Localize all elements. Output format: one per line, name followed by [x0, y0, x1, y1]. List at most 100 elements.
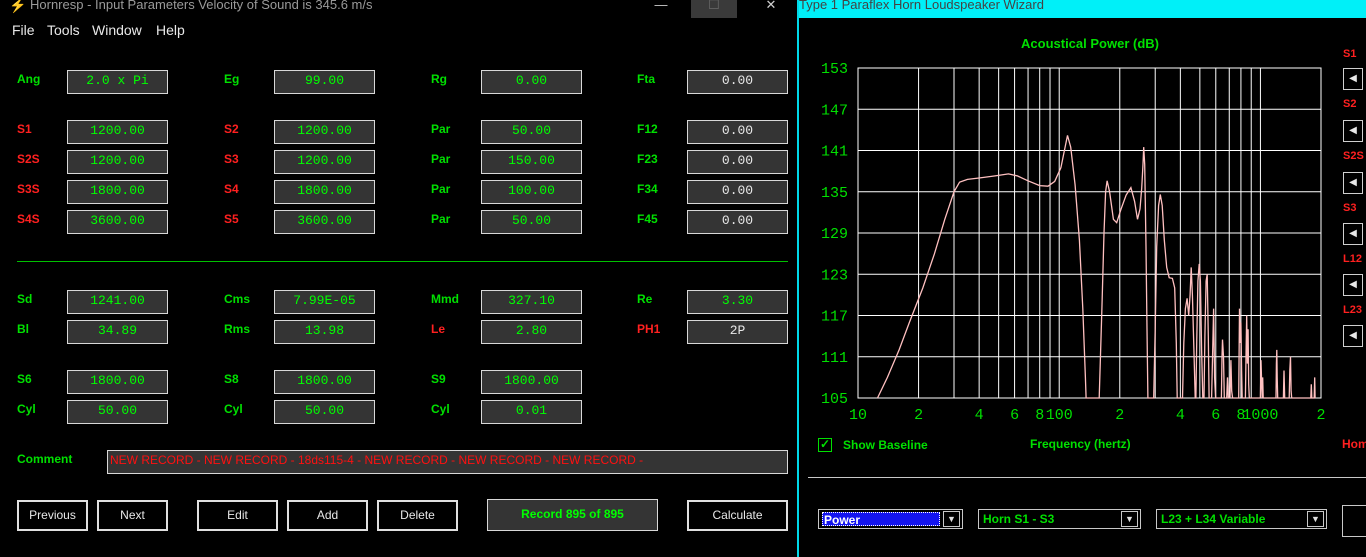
ph1-field[interactable]: 2P [687, 320, 788, 344]
y-tick-label: 111 [821, 350, 848, 367]
bl-field[interactable]: 34.89 [67, 320, 168, 344]
ang-field[interactable]: 2.0 x Pi [67, 70, 168, 94]
x-tick-label: 6 [1010, 407, 1019, 424]
side-arrow-button-4[interactable]: ◀ [1343, 223, 1363, 245]
calculate-button[interactable]: Calculate [687, 500, 788, 531]
variable-dropdown[interactable]: L23 + L34 Variable ▼ [1156, 509, 1327, 529]
rms-field[interactable]: 13.98 [274, 320, 375, 344]
s9-label: S9 [431, 372, 446, 386]
par-field-1[interactable]: 50.00 [481, 120, 582, 144]
horn-label-partial: Hom [1342, 437, 1366, 451]
s4-field[interactable]: 1800.00 [274, 180, 375, 204]
le-field[interactable]: 2.80 [481, 320, 582, 344]
s1-label: S1 [17, 122, 32, 136]
chevron-down-icon[interactable]: ▼ [1307, 511, 1324, 527]
f45-label: F45 [637, 212, 658, 226]
s3-label: S3 [224, 152, 239, 166]
acoustical-power-chart: Acoustical Power (dB) 105 111 117 123 129 135… [821, 36, 1326, 424]
par-field-4[interactable]: 50.00 [481, 210, 582, 234]
s1-field[interactable]: 1200.00 [67, 120, 168, 144]
side-arrow-button-1[interactable]: ◀ [1343, 68, 1363, 90]
s3-field[interactable]: 1200.00 [274, 150, 375, 174]
show-baseline-checkbox[interactable]: ✓ [818, 437, 832, 452]
ph1-label: PH1 [637, 322, 661, 336]
chevron-down-icon[interactable]: ▼ [1121, 511, 1138, 527]
x-axis-label: Frequency (hertz) [1030, 437, 1131, 451]
s5-field[interactable]: 3600.00 [274, 210, 375, 234]
app-bolt-icon: ⚡ [9, 0, 27, 13]
par-field-2[interactable]: 150.00 [481, 150, 582, 174]
comment-label: Comment [17, 452, 73, 466]
side-arrow-button-2[interactable]: ◀ [1343, 120, 1363, 142]
mmd-field[interactable]: 327.10 [481, 290, 582, 314]
side-label-l23: L23 [1343, 304, 1362, 316]
side-arrow-button-5[interactable]: ◀ [1343, 274, 1363, 296]
x-tick-label: 10 [849, 407, 867, 424]
re-field[interactable]: 3.30 [687, 290, 788, 314]
par-label-4: Par [431, 212, 451, 226]
previous-button[interactable]: Previous [17, 500, 88, 531]
partial-control-box[interactable] [1342, 505, 1366, 537]
wizard-title-bar[interactable]: Type 1 Paraflex Horn Loudspeaker Wizard [799, 0, 1366, 18]
x-tick-label: 1000 [1242, 407, 1278, 424]
rg-label: Rg [431, 72, 447, 86]
side-label-s2s: S2S [1343, 150, 1364, 162]
s2s-field[interactable]: 1200.00 [67, 150, 168, 174]
f23-field[interactable]: 0.00 [687, 150, 788, 174]
cyl-field-2[interactable]: 50.00 [274, 400, 375, 424]
minimize-button[interactable]: — [638, 0, 684, 18]
x-tick-label: 2 [1316, 407, 1325, 424]
s9-field[interactable]: 1800.00 [481, 370, 582, 394]
fta-field[interactable]: 0.00 [687, 70, 788, 94]
maximize-button[interactable]: ☐ [691, 0, 737, 18]
menu-window[interactable]: Window [92, 22, 142, 38]
f12-label: F12 [637, 122, 658, 136]
y-tick-label: 141 [821, 144, 848, 161]
sd-field[interactable]: 1241.00 [67, 290, 168, 314]
s2-field[interactable]: 1200.00 [274, 120, 375, 144]
side-arrow-button-3[interactable]: ◀ [1343, 172, 1363, 194]
f12-field[interactable]: 0.00 [687, 120, 788, 144]
y-tick-label: 153 [821, 61, 848, 78]
menu-help[interactable]: Help [156, 22, 185, 38]
eg-field[interactable]: 99.00 [274, 70, 375, 94]
y-tick-label: 147 [821, 102, 848, 119]
s8-field[interactable]: 1800.00 [274, 370, 375, 394]
menu-tools[interactable]: Tools [47, 22, 80, 38]
cyl-field-3[interactable]: 0.01 [481, 400, 582, 424]
cms-field[interactable]: 7.99E-05 [274, 290, 375, 314]
fta-label: Fta [637, 72, 655, 86]
close-button[interactable]: ✕ [748, 0, 794, 18]
edit-button[interactable]: Edit [197, 500, 278, 531]
add-button[interactable]: Add [287, 500, 368, 531]
x-tick-label: 2 [1115, 407, 1124, 424]
par-field-3[interactable]: 100.00 [481, 180, 582, 204]
y-tick-label: 135 [821, 185, 848, 202]
check-icon: ✓ [820, 437, 831, 451]
comment-field[interactable]: NEW RECORD - NEW RECORD - 18ds115-4 - NE… [107, 450, 788, 474]
ang-label: Ang [17, 72, 41, 86]
segment-dropdown[interactable]: Horn S1 - S3 ▼ [978, 509, 1141, 529]
rg-field[interactable]: 0.00 [481, 70, 582, 94]
mode-dropdown[interactable]: Power ▼ [818, 509, 963, 529]
next-button[interactable]: Next [97, 500, 168, 531]
mmd-label: Mmd [431, 292, 459, 306]
menu-file[interactable]: File [12, 22, 35, 38]
segment-dropdown-value: Horn S1 - S3 [983, 512, 1055, 526]
s6-field[interactable]: 1800.00 [67, 370, 168, 394]
par-label-3: Par [431, 182, 451, 196]
horn-wizard-window: Type 1 Paraflex Horn Loudspeaker Wizard … [799, 0, 1366, 557]
s4s-field[interactable]: 3600.00 [67, 210, 168, 234]
s3s-label: S3S [17, 182, 40, 196]
s3s-field[interactable]: 1800.00 [67, 180, 168, 204]
y-tick-label: 105 [821, 391, 848, 408]
chevron-down-icon[interactable]: ▼ [943, 511, 960, 527]
f34-field[interactable]: 0.00 [687, 180, 788, 204]
x-tick-label: 6 [1211, 407, 1220, 424]
f45-field[interactable]: 0.00 [687, 210, 788, 234]
delete-button[interactable]: Delete [377, 500, 458, 531]
side-label-l12: L12 [1343, 253, 1362, 265]
cyl-field-1[interactable]: 50.00 [67, 400, 168, 424]
side-arrow-button-6[interactable]: ◀ [1343, 325, 1363, 347]
x-tick-label: 2 [914, 407, 923, 424]
